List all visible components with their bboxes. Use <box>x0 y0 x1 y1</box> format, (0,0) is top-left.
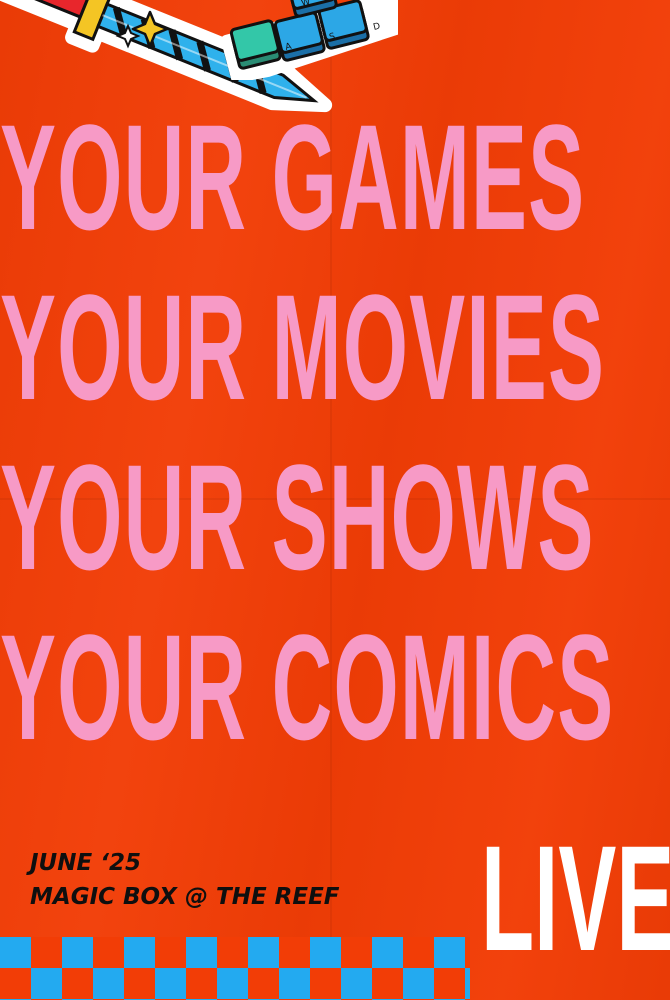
event-venue: MAGIC BOX @ THE REEF <box>30 884 340 910</box>
headline-line-shows: YOUR SHOWS <box>0 433 595 601</box>
event-info: JUNE ‘25 MAGIC BOX @ THE REEF <box>30 846 340 914</box>
live-label: LIVE. <box>481 814 670 982</box>
headline-line-comics: YOUR COMICS <box>0 603 615 771</box>
headline: YOUR GAMES YOUR MOVIES YOUR SHOWS YOUR C… <box>0 92 670 772</box>
wasd-keys-sticker-icon: W A S D <box>221 0 398 80</box>
event-poster: W A S D YOUR GAMES YOUR MOVIES YOUR SHOW… <box>0 0 670 1000</box>
headline-line-games: YOUR GAMES <box>0 93 586 261</box>
checker-pattern <box>0 937 470 1000</box>
event-date: JUNE ‘25 <box>30 850 141 876</box>
headline-line-movies: YOUR MOVIES <box>0 263 606 431</box>
